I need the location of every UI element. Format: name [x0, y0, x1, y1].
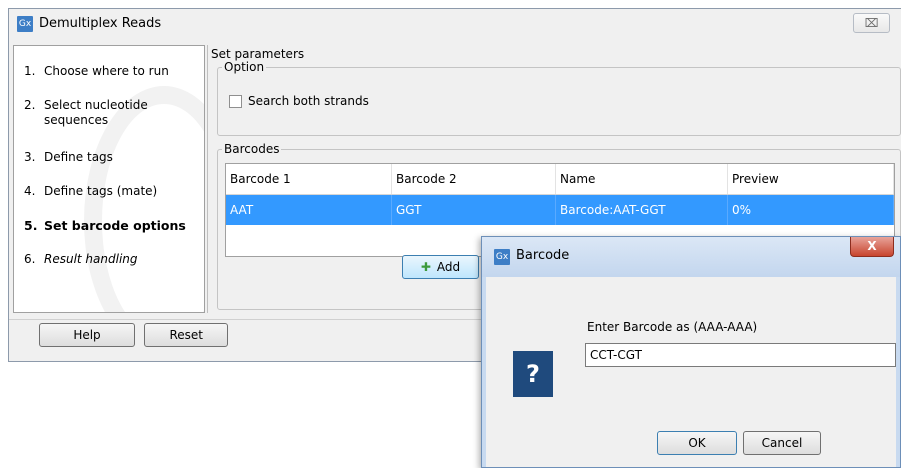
- barcode-input[interactable]: CCT-CGT: [585, 343, 896, 367]
- column-header-name[interactable]: Name: [556, 164, 728, 194]
- table-row[interactable]: AAT GGT Barcode:AAT-GGT 0%: [226, 195, 894, 225]
- column-header-barcode2[interactable]: Barcode 2: [392, 164, 556, 194]
- table-header: Barcode 1 Barcode 2 Name Preview: [226, 164, 894, 195]
- barcodes-group-label: Barcodes: [224, 142, 280, 156]
- reset-button[interactable]: Reset: [144, 323, 228, 347]
- checkbox-box[interactable]: [229, 94, 242, 108]
- step-define-tags[interactable]: 3. Define tags: [24, 150, 194, 165]
- search-both-strands-checkbox[interactable]: Search both strands: [229, 94, 369, 108]
- step-define-tags-mate[interactable]: 4. Define tags (mate): [24, 184, 194, 199]
- add-button[interactable]: ✚ Add: [402, 255, 479, 279]
- cell-preview: 0%: [728, 195, 894, 225]
- cell-name: Barcode:AAT-GGT: [556, 195, 728, 225]
- ok-button[interactable]: OK: [657, 431, 737, 455]
- step-choose-where-to-run[interactable]: 1. Choose where to run: [24, 64, 194, 79]
- step-set-barcode-options[interactable]: 5. Set barcode options: [24, 218, 194, 233]
- cell-barcode1: AAT: [226, 195, 392, 225]
- column-header-preview[interactable]: Preview: [728, 164, 894, 194]
- app-logo-icon: Gx: [17, 16, 33, 32]
- step-result-handling[interactable]: 6. Result handling: [24, 252, 194, 267]
- window-titlebar: Gx Demultiplex Reads ⌧: [9, 9, 901, 39]
- option-group-label: Option: [224, 60, 265, 74]
- cancel-button[interactable]: Cancel: [743, 431, 821, 455]
- dialog-title: Barcode: [516, 248, 570, 263]
- plus-icon: ✚: [420, 260, 431, 274]
- help-button[interactable]: Help: [39, 323, 135, 347]
- close-icon[interactable]: X: [850, 237, 894, 257]
- window-title: Demultiplex Reads: [39, 16, 162, 31]
- cell-barcode2: GGT: [392, 195, 556, 225]
- app-logo-icon: Gx: [494, 249, 510, 265]
- panel-divider: [207, 45, 208, 313]
- barcode-prompt: Enter Barcode as (AAA-AAA): [587, 320, 758, 334]
- section-title: Set parameters: [211, 47, 305, 61]
- close-icon[interactable]: ⌧: [853, 13, 890, 33]
- dialog-titlebar: Gx Barcode X: [482, 237, 900, 277]
- wizard-steps-panel: 1. Choose where to run 2. Select nucleotid…: [13, 45, 205, 313]
- checkbox-label: Search both strands: [248, 94, 369, 108]
- column-header-barcode1[interactable]: Barcode 1: [226, 164, 392, 194]
- step-select-sequences[interactable]: 2. Select nucleotide sequences: [24, 98, 154, 128]
- question-icon: ?: [513, 351, 553, 397]
